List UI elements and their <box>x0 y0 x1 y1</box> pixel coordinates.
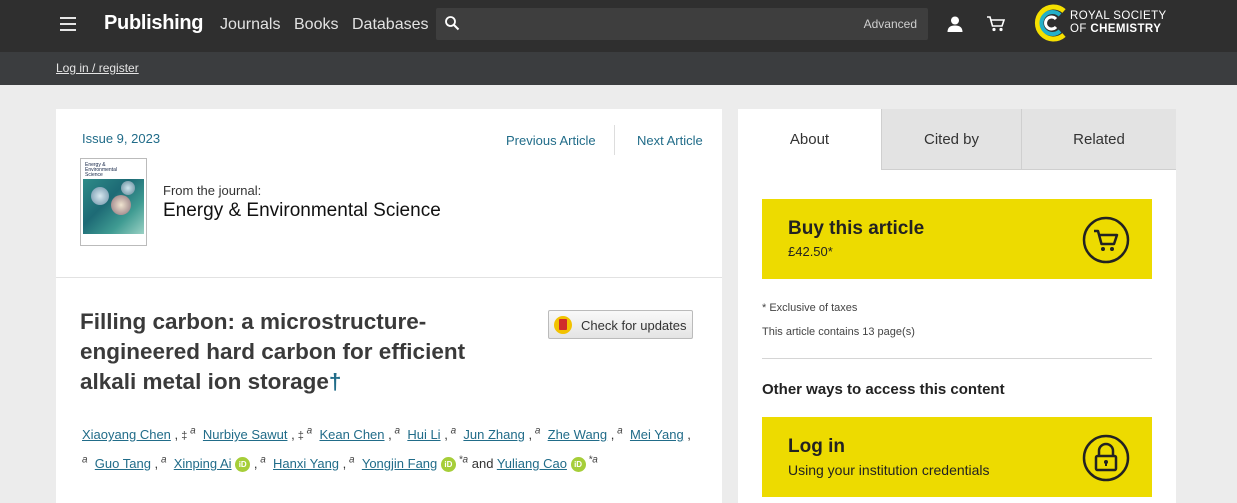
login-subtitle: Using your institution credentials <box>788 462 990 478</box>
institution-login-button[interactable]: Log in Using your institution credential… <box>762 417 1152 497</box>
affiliation-marker[interactable]: a <box>158 455 167 466</box>
cover-sphere <box>111 195 131 215</box>
affiliation-marker[interactable]: a <box>448 426 457 437</box>
next-article-link[interactable]: Next Article <box>637 133 703 148</box>
orcid-icon[interactable]: iD <box>440 457 456 473</box>
author-link[interactable]: Zhe Wang <box>548 427 608 442</box>
affiliation-marker[interactable]: *a <box>586 455 597 466</box>
check-for-updates-label: Check for updates <box>581 318 687 333</box>
author-link[interactable]: Guo Tang <box>95 456 151 471</box>
user-account-icon[interactable] <box>946 15 964 33</box>
article-nav-divider <box>614 125 615 155</box>
article-title: Filling carbon: a microstructure-enginee… <box>80 307 520 397</box>
author-tail <box>196 427 203 442</box>
card-divider <box>56 277 722 278</box>
check-for-updates-button[interactable]: Check for updates <box>548 310 693 339</box>
journal-cover-image[interactable]: Energy & Environmental Science <box>80 158 147 246</box>
author-link[interactable]: Yongjin Fang <box>362 456 437 471</box>
issue-link[interactable]: Issue 9, 2023 <box>82 131 160 146</box>
rsc-line-2-prefix: OF <box>1070 23 1091 35</box>
author-link[interactable]: Mei Yang <box>630 427 684 442</box>
author-separator: , <box>524 427 533 442</box>
affiliation-marker[interactable]: a <box>346 455 355 466</box>
author-separator: , <box>683 427 691 442</box>
rsc-line-1: ROYAL SOCIETY <box>1070 10 1167 22</box>
rsc-wordmark[interactable]: ROYAL SOCIETY OF CHEMISTRY <box>1070 10 1167 36</box>
footnote-dagger-link[interactable]: † <box>329 369 342 394</box>
equal-contribution-mark: ‡ <box>294 430 304 442</box>
author-tail <box>266 456 273 471</box>
from-journal-label: From the journal: <box>163 183 262 198</box>
affiliation-marker[interactable]: a <box>614 426 623 437</box>
tab-about[interactable]: About <box>738 109 881 170</box>
nav-books[interactable]: Books <box>294 16 338 34</box>
author-separator: , <box>440 427 448 442</box>
equal-contribution-mark: ‡ <box>178 430 188 442</box>
author-tail <box>167 456 174 471</box>
other-ways-heading: Other ways to access this content <box>762 381 1005 398</box>
search-icon[interactable] <box>444 15 460 31</box>
author-link[interactable]: Xinping Ai <box>174 456 232 471</box>
nav-journals[interactable]: Journals <box>220 16 280 34</box>
author-link[interactable]: Jun Zhang <box>463 427 524 442</box>
sub-navigation-bar: Log in / register <box>0 52 1237 85</box>
advanced-search-link[interactable]: Advanced <box>864 17 917 31</box>
article-card: Issue 9, 2023 Previous Article Next Arti… <box>56 109 722 503</box>
rsc-logo-icon[interactable] <box>1030 2 1070 44</box>
author-list: Xiaoyang Chen , ‡ a Nurbiye Sawut , ‡ a … <box>82 421 712 478</box>
tab-cited-by[interactable]: Cited by <box>881 109 1021 170</box>
affiliation-marker[interactable]: a <box>304 426 313 437</box>
hamburger-menu-icon[interactable] <box>60 17 76 31</box>
affiliation-marker[interactable]: a <box>187 426 196 437</box>
previous-article-link[interactable]: Previous Article <box>506 133 596 148</box>
author-tail <box>355 456 362 471</box>
nav-databases[interactable]: Databases <box>352 16 429 34</box>
affiliation-marker[interactable]: a <box>257 455 266 466</box>
rsc-line-2-bold: CHEMISTRY <box>1090 23 1162 35</box>
brand-logo[interactable]: Publishing <box>104 12 204 35</box>
cover-sphere <box>121 181 135 195</box>
orcid-icon[interactable]: iD <box>570 457 586 473</box>
search-input[interactable] <box>470 12 850 36</box>
login-title: Log in <box>788 436 845 457</box>
author-tail <box>540 427 547 442</box>
buy-article-button[interactable]: Buy this article £42.50* <box>762 199 1152 279</box>
page-count-note: This article contains 13 page(s) <box>762 326 915 338</box>
crossmark-icon <box>554 316 572 334</box>
author-tail <box>623 427 630 442</box>
cart-icon[interactable] <box>986 15 1006 33</box>
author-link[interactable]: Nurbiye Sawut <box>203 427 288 442</box>
sidebar-divider <box>762 358 1152 359</box>
affiliation-marker[interactable]: a <box>392 426 401 437</box>
exclusive-taxes-note: * Exclusive of taxes <box>762 302 858 314</box>
journal-name[interactable]: Energy & Environmental Science <box>163 200 441 222</box>
lock-icon <box>1082 434 1130 482</box>
buy-article-title: Buy this article <box>788 218 925 239</box>
shopping-cart-icon <box>1082 216 1130 264</box>
top-navigation-bar: Publishing Journals Books Databases Adva… <box>0 0 1237 52</box>
cover-title: Energy & Environmental Science <box>85 162 117 178</box>
author-tail <box>88 456 95 471</box>
login-register-link[interactable]: Log in / register <box>56 61 139 75</box>
sidebar-card: About Cited by Related Buy this article … <box>738 109 1176 503</box>
author-link[interactable]: Xiaoyang Chen <box>82 427 171 442</box>
orcid-icon[interactable]: iD <box>235 457 251 473</box>
author-separator: , <box>384 427 392 442</box>
article-price: £42.50* <box>788 244 833 259</box>
author-tail: and <box>468 456 497 471</box>
author-link[interactable]: Hui Li <box>407 427 440 442</box>
author-link[interactable]: Hanxi Yang <box>273 456 339 471</box>
author-separator: , <box>287 427 295 442</box>
tab-related[interactable]: Related <box>1021 109 1176 170</box>
author-link[interactable]: Kean Chen <box>319 427 384 442</box>
author-link[interactable]: Yuliang Cao <box>497 456 567 471</box>
search-bar: Advanced <box>436 8 928 40</box>
affiliation-marker[interactable]: *a <box>456 455 468 466</box>
article-title-text: Filling carbon: a microstructure-enginee… <box>80 309 466 394</box>
cover-sphere <box>91 187 109 205</box>
